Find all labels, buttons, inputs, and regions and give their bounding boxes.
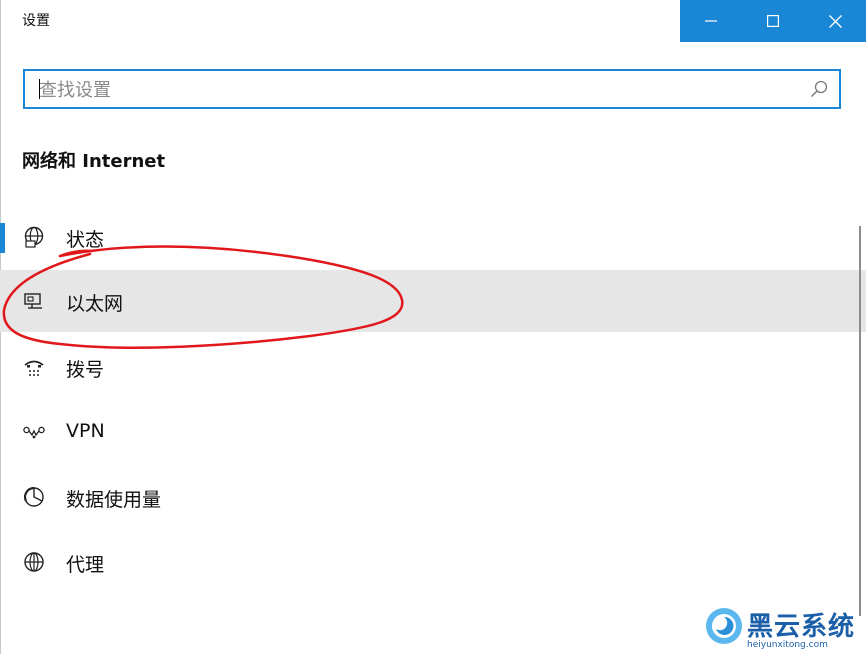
nav-item-label: 状态 (66, 229, 105, 251)
maximize-icon (767, 15, 779, 27)
watermark-url: heiyunxitong.com (747, 640, 828, 650)
minimize-icon (705, 20, 717, 22)
globe-status-icon (24, 226, 44, 248)
search-box[interactable] (23, 69, 841, 109)
window-title: 设置 (22, 13, 50, 29)
watermark-text: 黑云系统 (747, 612, 856, 642)
dialup-icon (24, 360, 44, 376)
nav-item-label: 以太网 (66, 293, 124, 315)
nav-item-label: 拨号 (66, 359, 105, 381)
settings-window: 设置 查找设置 网络和 Internet 状态 以太网 拨号 VPN 数据使用量… (0, 0, 866, 654)
selected-indicator (0, 223, 5, 253)
search-icon[interactable] (809, 79, 829, 99)
close-icon (828, 14, 842, 28)
vpn-icon (23, 426, 45, 439)
nav-item-label: 代理 (66, 554, 105, 576)
section-heading: 网络和 Internet (22, 151, 166, 172)
data-usage-icon (23, 486, 44, 507)
globe-proxy-icon (24, 552, 44, 572)
nav-item-label: VPN (66, 420, 105, 442)
nav-item-dialup[interactable]: 拨号 (0, 336, 866, 398)
search-input[interactable] (37, 71, 801, 109)
watermark: 黑云系统 heiyunxitong.com (701, 604, 866, 654)
watermark-logo-icon (706, 608, 742, 644)
caption-buttons (680, 0, 866, 42)
nav-item-ethernet[interactable]: 以太网 (0, 270, 866, 332)
text-caret (39, 79, 40, 99)
nav-item-label: 数据使用量 (66, 489, 162, 511)
scrollbar[interactable] (859, 226, 861, 616)
maximize-button[interactable] (742, 0, 804, 42)
nav-item-status[interactable]: 状态 (0, 206, 866, 268)
ethernet-icon (24, 293, 42, 309)
minimize-button[interactable] (680, 0, 742, 42)
close-button[interactable] (804, 0, 866, 42)
title-bar[interactable]: 设置 (0, 0, 866, 42)
nav-item-proxy[interactable]: 代理 (0, 531, 866, 593)
nav-item-data-usage[interactable]: 数据使用量 (0, 466, 866, 528)
nav-item-vpn[interactable]: VPN (0, 401, 866, 463)
